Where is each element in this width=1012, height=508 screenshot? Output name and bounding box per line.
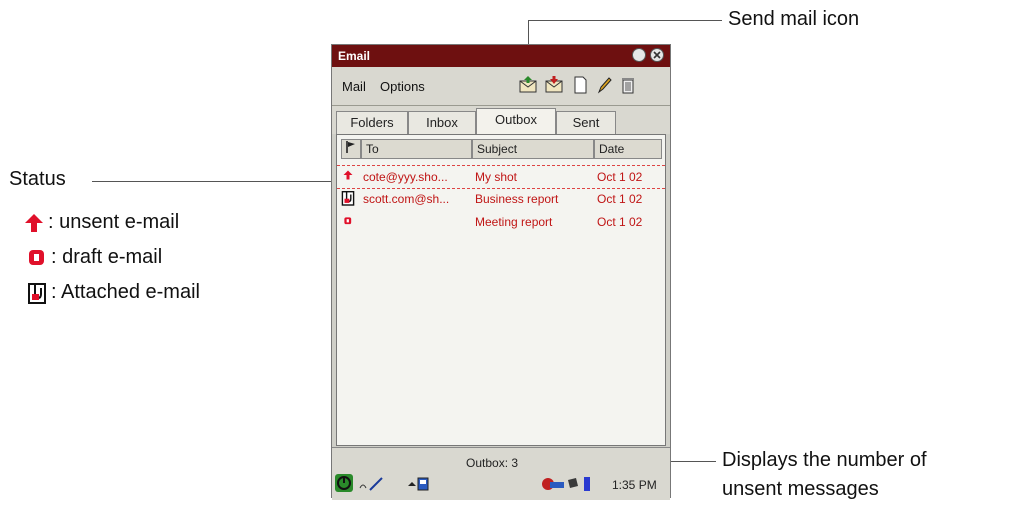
- legend-draft-label: : draft e-mail: [51, 246, 163, 268]
- unsent-arrow-icon: [24, 212, 44, 234]
- draft-icon: [343, 215, 353, 229]
- row-to: cote@yyy.sho...: [363, 170, 448, 184]
- row-subject: Business report: [475, 192, 559, 206]
- displays-annotation-line1: Displays the number of: [722, 449, 927, 471]
- close-icon: [653, 51, 661, 59]
- row-subject: Meeting report: [475, 215, 553, 229]
- trash-icon: [622, 78, 634, 94]
- send-mail-icon: [519, 76, 537, 93]
- flag-icon: [346, 141, 355, 153]
- status-bar: Outbox: 3 1:35 PM: [332, 447, 670, 500]
- send-mail-button[interactable]: [518, 75, 538, 95]
- status-leader: [92, 181, 338, 182]
- new-mail-button[interactable]: [570, 75, 590, 95]
- tab-outbox[interactable]: Outbox: [476, 108, 556, 135]
- tray-icons[interactable]: [540, 474, 600, 499]
- send-mail-annotation: Send mail icon: [728, 8, 860, 30]
- close-button[interactable]: [650, 48, 664, 62]
- attachment-icon: [27, 282, 47, 304]
- status-annotation: Status: [9, 168, 66, 190]
- row-date: Oct 1 02: [597, 192, 643, 206]
- row-subject: My shot: [475, 170, 518, 184]
- handwriting-icon: [359, 477, 383, 491]
- email-app-window: Email Mail Options Folders Inbox Outbox …: [331, 44, 671, 500]
- send-mail-leader-h: [528, 20, 722, 21]
- column-status-header[interactable]: [341, 139, 361, 159]
- tab-sent[interactable]: Sent: [556, 111, 616, 134]
- receive-mail-icon: [545, 76, 563, 93]
- menu-bar: Mail Options: [332, 67, 670, 106]
- input-method-button[interactable]: [358, 476, 386, 497]
- column-subject-header[interactable]: Subject: [472, 139, 594, 159]
- table-row[interactable]: cote@yyy.sho... My shot Oct 1 02: [337, 165, 665, 189]
- edit-button[interactable]: [594, 75, 614, 95]
- tab-folders[interactable]: Folders: [336, 111, 408, 134]
- network-icon: [542, 477, 590, 491]
- column-to-header[interactable]: To: [361, 139, 472, 159]
- keyboard-toggle-button[interactable]: [406, 476, 430, 497]
- row-to: scott.com@sh...: [363, 192, 450, 206]
- legend-unsent-label: : unsent e-mail: [48, 211, 180, 233]
- launcher-button[interactable]: [335, 474, 353, 492]
- legend-draft: : draft e-mail: [27, 246, 162, 269]
- receive-mail-button[interactable]: [544, 75, 564, 95]
- displays-annotation-line2: unsent messages: [722, 478, 879, 500]
- message-list: To Subject Date cote@yyy.sho... My shot …: [336, 134, 666, 446]
- tab-inbox[interactable]: Inbox: [408, 111, 476, 134]
- clock: 1:35 PM: [612, 478, 657, 492]
- legend-attached-label: : Attached e-mail: [51, 281, 200, 303]
- outbox-count: Outbox: 3: [466, 456, 519, 470]
- attachment-icon: [341, 190, 355, 209]
- delete-button[interactable]: [618, 75, 638, 95]
- title-bar: Email: [332, 45, 670, 67]
- pencil-icon: [597, 77, 612, 94]
- table-row[interactable]: Meeting report Oct 1 02: [337, 211, 665, 233]
- menu-mail[interactable]: Mail: [342, 79, 366, 94]
- legend-unsent: : unsent e-mail: [24, 211, 179, 234]
- window-menu-button[interactable]: [632, 48, 646, 62]
- table-row[interactable]: scott.com@sh... Business report Oct 1 02: [337, 188, 665, 210]
- row-date: Oct 1 02: [597, 215, 643, 229]
- menu-options[interactable]: Options: [380, 79, 425, 94]
- window-title: Email: [338, 49, 371, 63]
- launcher-icon: [337, 476, 351, 490]
- unsent-arrow-icon: [343, 169, 353, 184]
- new-document-icon: [574, 76, 587, 94]
- folder-tabs: Folders Inbox Outbox Sent: [332, 106, 670, 135]
- draft-icon: [27, 247, 47, 269]
- legend-attached: : Attached e-mail: [27, 281, 200, 304]
- keyboard-icon: [408, 477, 429, 491]
- column-date-header[interactable]: Date: [594, 139, 662, 159]
- row-date: Oct 1 02: [597, 170, 643, 184]
